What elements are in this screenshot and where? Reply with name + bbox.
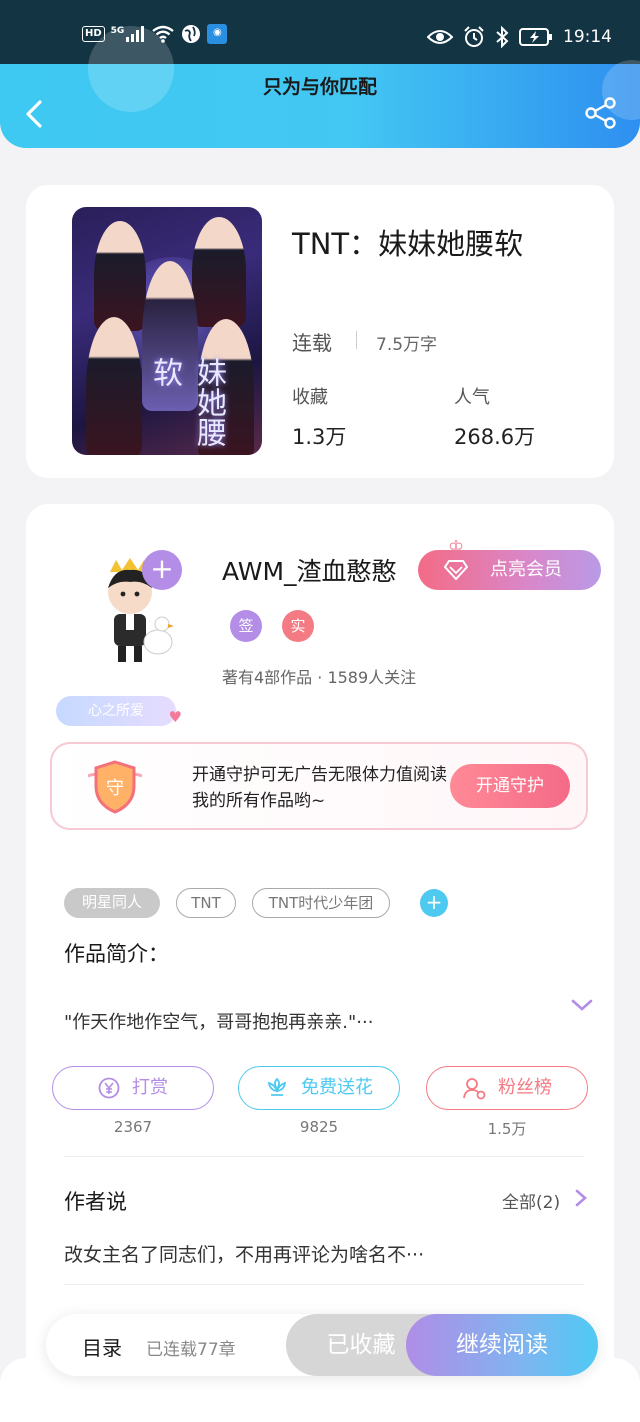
battery-icon xyxy=(519,28,552,46)
continue-reading-button[interactable]: 继续阅读 xyxy=(406,1314,598,1376)
heart-tag-label: 心之所爱 xyxy=(88,703,144,719)
cover-title-text: 妹她腰软 xyxy=(147,357,226,447)
chapter-count: 已连载77章 xyxy=(146,1340,236,1360)
svg-text:守: 守 xyxy=(106,778,124,799)
author-card: + AWM_渣血憨憨 ♔ 点亮会员 签 实 著有4部作品 · 1589人关注 心… xyxy=(26,504,614,1404)
eye-icon xyxy=(427,30,453,44)
bottom-action-bar: 目录 已连载77章 已收藏 继续阅读 xyxy=(46,1314,598,1376)
add-tag-button[interactable]: + xyxy=(420,889,448,917)
vip-member-button[interactable]: ♔ 点亮会员 xyxy=(418,537,601,590)
author-meta: 著有4部作品 · 1589人关注 xyxy=(222,668,417,687)
cover-figure xyxy=(86,317,142,455)
divider xyxy=(64,1156,584,1157)
fans-count: 1.5万 xyxy=(487,1120,527,1138)
book-status: 连载 xyxy=(292,331,332,355)
chevron-right-icon[interactable] xyxy=(574,1188,588,1208)
guard-description: 开通守护可无广告无限体力值阅读我的所有作品哟~ xyxy=(192,765,447,811)
shield-icon: 守 xyxy=(88,760,142,814)
popularity-label: 人气 xyxy=(454,387,490,408)
flower-icon xyxy=(267,1077,287,1096)
app-notify-icon: ◉ xyxy=(207,24,228,44)
book-title: TNT：妹妹她腰软 xyxy=(292,227,524,261)
heart-tag: 心之所爱 ♥ xyxy=(56,696,182,726)
author-name[interactable]: AWM_渣血憨憨 xyxy=(222,552,397,588)
divider xyxy=(64,1284,584,1285)
intro-text: "作天作地作空气，哥哥抱抱再亲亲."··· xyxy=(64,1012,374,1033)
back-button[interactable] xyxy=(22,94,50,134)
vip-member-label: 点亮会员 xyxy=(490,559,562,580)
author-says-all-link[interactable]: 全部(2) xyxy=(502,1188,560,1213)
divider xyxy=(356,331,357,349)
bluetooth-icon xyxy=(496,26,509,48)
follow-plus-button[interactable]: + xyxy=(142,550,182,590)
yen-icon xyxy=(98,1077,120,1099)
globe-icon xyxy=(182,25,201,43)
favorites-label: 收藏 xyxy=(292,387,328,408)
fans-label: 粉丝榜 xyxy=(498,1077,552,1098)
cover-figure xyxy=(94,221,146,331)
favorites-value: 1.3万 xyxy=(292,425,347,449)
tag-item[interactable]: TNT时代少年团 xyxy=(252,888,390,918)
intro-title: 作品简介： xyxy=(64,942,169,966)
page-title: 只为与你匹配 xyxy=(262,76,377,98)
tag-item[interactable]: 明星同人 xyxy=(64,888,160,918)
book-info-card: 妹她腰软 TNT：妹妹她腰软 连载 7.5万字 收藏 1.3万 人气 268.6… xyxy=(26,185,614,478)
user-icon xyxy=(463,1078,486,1100)
flower-label: 免费送花 xyxy=(301,1077,373,1098)
reward-count: 2367 xyxy=(113,1118,153,1136)
verified-badge: 实 xyxy=(282,610,314,642)
guard-banner: 守 开通守护可无广告无限体力值阅读我的所有作品哟~ 开通守护 xyxy=(50,742,588,830)
flower-count: 9825 xyxy=(299,1118,339,1136)
author-says-title: 作者说 xyxy=(64,1190,127,1214)
header: 只为与你匹配 xyxy=(0,26,640,148)
popularity-value: 268.6万 xyxy=(454,425,536,449)
free-flower-button[interactable]: 免费送花 xyxy=(238,1066,400,1110)
header-decoration xyxy=(88,26,174,112)
status-time: 19:14 xyxy=(563,27,612,47)
alarm-icon xyxy=(464,26,484,47)
heart-icon: ♥ xyxy=(168,708,182,726)
toc-button[interactable]: 目录 xyxy=(82,1332,122,1361)
word-count: 7.5万字 xyxy=(376,335,438,355)
cover-figure xyxy=(192,217,246,327)
chevron-down-icon[interactable] xyxy=(570,996,594,1014)
fans-ranking-button[interactable]: 粉丝榜 xyxy=(426,1066,588,1110)
diamond-icon xyxy=(444,560,468,581)
author-says-text[interactable]: 改女主名了同志们，不用再评论为啥名不··· xyxy=(64,1240,424,1267)
tag-item[interactable]: TNT xyxy=(176,888,236,918)
signed-badge: 签 xyxy=(230,610,262,642)
open-guard-button[interactable]: 开通守护 xyxy=(450,764,570,808)
book-cover[interactable]: 妹她腰软 xyxy=(72,207,262,455)
share-button[interactable] xyxy=(584,96,618,130)
reward-button[interactable]: 打赏 xyxy=(52,1066,214,1110)
status-right: 19:14 xyxy=(427,26,612,48)
reward-label: 打赏 xyxy=(132,1077,168,1098)
